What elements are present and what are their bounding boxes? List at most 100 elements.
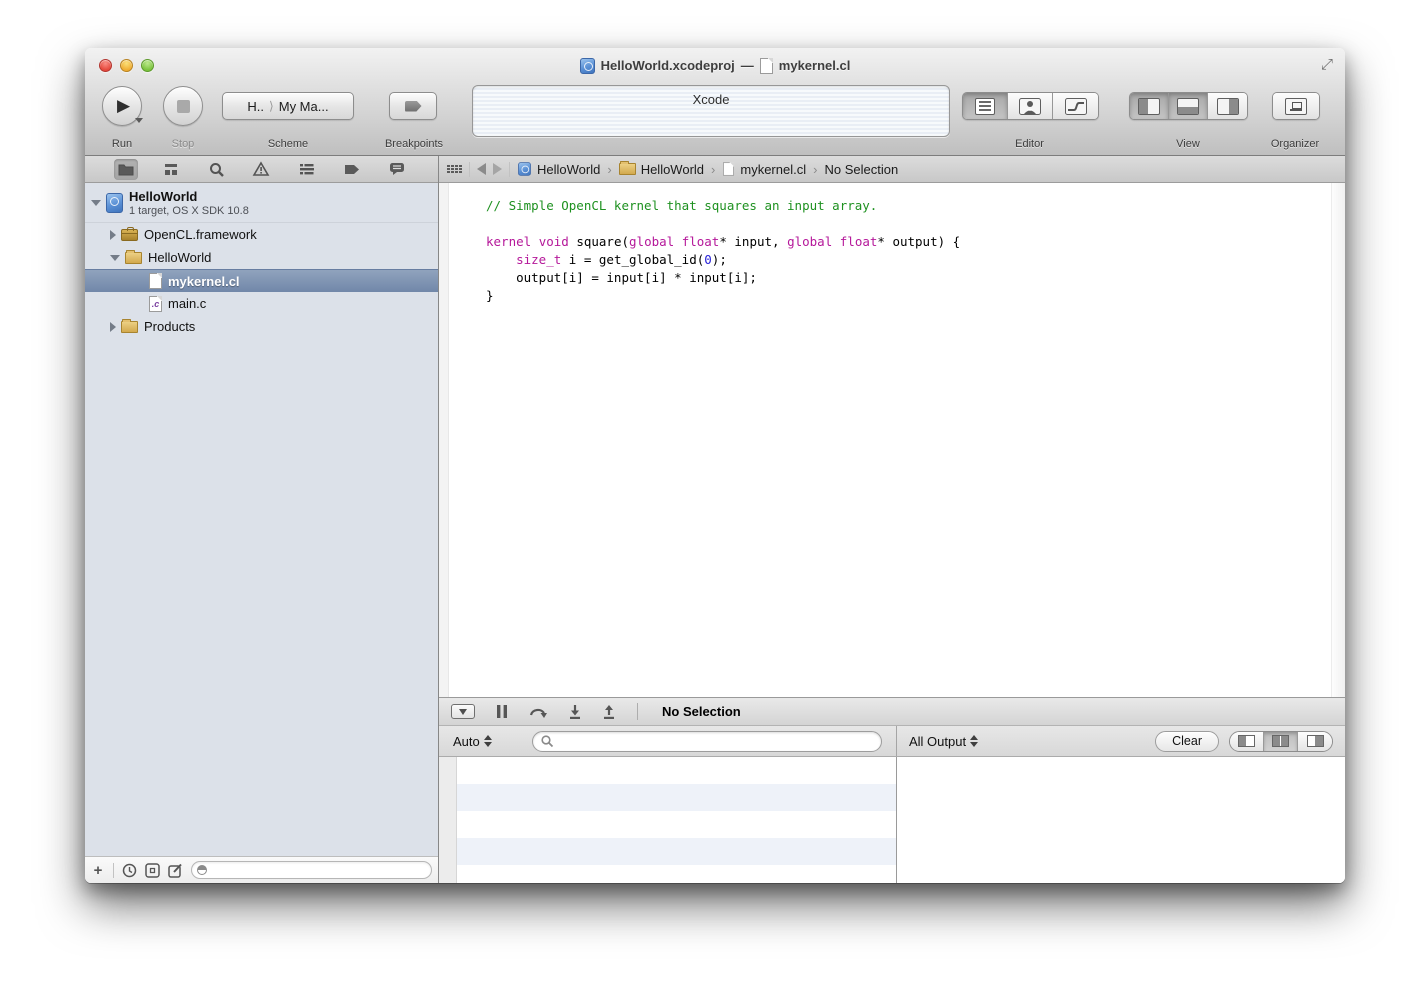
crumb-separator: › bbox=[813, 162, 817, 177]
scheme-destination: My Ma... bbox=[279, 99, 329, 114]
version-editor-button[interactable] bbox=[1053, 93, 1098, 119]
run-label: Run bbox=[102, 138, 142, 150]
title-dash: — bbox=[741, 58, 754, 73]
step-out-button[interactable] bbox=[603, 705, 615, 719]
breadcrumb-group[interactable]: HelloWorld bbox=[619, 162, 704, 177]
folder-icon bbox=[118, 163, 134, 176]
editor-mode-segmented bbox=[962, 92, 1099, 120]
popup-arrows-icon bbox=[970, 735, 978, 747]
back-button[interactable] bbox=[477, 163, 486, 175]
scm-status-button[interactable] bbox=[145, 863, 160, 878]
navigator-filter-field[interactable] bbox=[191, 861, 432, 879]
standard-editor-button[interactable] bbox=[963, 93, 1008, 119]
zoom-button[interactable] bbox=[141, 59, 154, 72]
tree-item-label: OpenCL.framework bbox=[144, 227, 257, 242]
organizer-button[interactable] bbox=[1273, 93, 1319, 119]
code-line: // Simple OpenCL kernel that squares an … bbox=[486, 197, 1325, 215]
debug-area bbox=[439, 757, 1345, 883]
run-button[interactable]: ▶ bbox=[102, 86, 142, 126]
pause-button[interactable] bbox=[497, 705, 507, 718]
scheme-target: H.. bbox=[247, 99, 264, 114]
show-debug-area-button[interactable] bbox=[1169, 93, 1208, 119]
tree-item-mykernel[interactable]: mykernel.cl bbox=[85, 269, 438, 292]
debug-status: No Selection bbox=[662, 704, 741, 719]
window-title: HelloWorld.xcodeproj — mykernel.cl bbox=[580, 58, 851, 74]
standard-editor-icon bbox=[975, 98, 995, 115]
fullscreen-icon[interactable]: ⤢ bbox=[1321, 56, 1333, 73]
recent-files-button[interactable] bbox=[122, 863, 137, 878]
variables-search-field[interactable] bbox=[532, 731, 882, 752]
disclosure-triangle[interactable] bbox=[110, 322, 116, 332]
version-editor-icon bbox=[1065, 98, 1087, 115]
console-view[interactable] bbox=[897, 757, 1345, 883]
warning-triangle-icon bbox=[253, 162, 269, 176]
issue-navigator-button[interactable] bbox=[249, 159, 273, 180]
both-panes-icon bbox=[1272, 735, 1289, 747]
step-over-button[interactable] bbox=[529, 705, 547, 718]
variables-scope-popup[interactable]: Auto bbox=[453, 734, 492, 749]
project-name: HelloWorld bbox=[129, 189, 249, 204]
add-button[interactable]: + bbox=[91, 862, 105, 879]
titlebar[interactable]: HelloWorld.xcodeproj — mykernel.cl ⤢ bbox=[85, 48, 1345, 83]
breakpoints-button[interactable] bbox=[389, 92, 437, 120]
breadcrumb-file[interactable]: mykernel.cl bbox=[722, 161, 806, 177]
related-items-button[interactable] bbox=[447, 165, 462, 173]
project-row[interactable]: HelloWorld 1 target, OS X SDK 10.8 bbox=[85, 183, 438, 223]
tree-item-main-c[interactable]: .c main.c bbox=[85, 292, 438, 315]
clear-console-button[interactable]: Clear bbox=[1155, 731, 1219, 752]
symbol-hierarchy-icon bbox=[163, 163, 179, 176]
debug-navigator-button[interactable] bbox=[295, 159, 319, 180]
log-bubble-icon bbox=[389, 162, 405, 176]
console-output-popup[interactable]: All Output bbox=[909, 734, 978, 749]
navigator-selector-bar bbox=[85, 156, 438, 183]
variables-and-console-button[interactable] bbox=[1264, 732, 1298, 751]
forward-button[interactable] bbox=[493, 163, 502, 175]
title-project: HelloWorld.xcodeproj bbox=[601, 58, 735, 73]
code-line: kernel void square(global float* input, … bbox=[486, 233, 1325, 251]
breakpoint-navigator-button[interactable] bbox=[340, 159, 364, 180]
code-line: } bbox=[486, 287, 1325, 305]
variables-only-button[interactable] bbox=[1230, 732, 1264, 751]
breadcrumb-selection[interactable]: No Selection bbox=[824, 162, 898, 177]
step-into-icon bbox=[569, 705, 581, 719]
project-navigator-button[interactable] bbox=[114, 159, 138, 180]
scheme-selector[interactable]: H.. ⟩ My Ma... bbox=[222, 92, 354, 120]
log-navigator-button[interactable] bbox=[385, 159, 409, 180]
tree-item-products[interactable]: Products bbox=[85, 315, 438, 338]
tree-item-opencl-framework[interactable]: OpenCL.framework bbox=[85, 223, 438, 246]
debug-filter-bar: Auto All Output bbox=[439, 726, 1345, 757]
code-text[interactable]: // Simple OpenCL kernel that squares an … bbox=[486, 197, 1325, 305]
show-utilities-button[interactable] bbox=[1208, 93, 1247, 119]
variables-view[interactable] bbox=[439, 757, 897, 883]
search-input[interactable] bbox=[558, 733, 873, 749]
organizer-icon bbox=[1285, 98, 1307, 115]
toolbar: ▶ Run Stop H.. ⟩ My Ma... Scheme Breakpo… bbox=[85, 83, 1345, 155]
step-into-button[interactable] bbox=[569, 705, 581, 719]
disclosure-triangle[interactable] bbox=[110, 255, 120, 261]
source-editor[interactable]: // Simple OpenCL kernel that squares an … bbox=[439, 183, 1345, 697]
close-button[interactable] bbox=[99, 59, 112, 72]
hide-debug-area-button[interactable] bbox=[451, 704, 475, 719]
breadcrumb-project[interactable]: HelloWorld bbox=[517, 161, 600, 177]
show-navigator-button[interactable] bbox=[1130, 93, 1169, 119]
group-folder-icon bbox=[125, 252, 142, 264]
triangle-down-icon bbox=[459, 709, 467, 715]
disclosure-triangle[interactable] bbox=[110, 230, 116, 240]
console-only-button[interactable] bbox=[1298, 732, 1332, 751]
step-out-icon bbox=[603, 705, 615, 719]
project-navigator-tree: HelloWorld 1 target, OS X SDK 10.8 OpenC… bbox=[85, 183, 438, 856]
variables-list[interactable] bbox=[457, 757, 896, 883]
symbol-navigator-button[interactable] bbox=[159, 159, 183, 180]
tree-item-helloworld-group[interactable]: HelloWorld bbox=[85, 246, 438, 269]
right-pane-icon bbox=[1307, 735, 1324, 747]
debug-layout-segmented bbox=[1229, 731, 1333, 752]
unsaved-files-button[interactable] bbox=[168, 863, 183, 878]
editor-scrollbar[interactable] bbox=[1331, 183, 1345, 697]
stop-button[interactable] bbox=[163, 86, 203, 126]
pause-icon bbox=[497, 705, 507, 718]
assistant-editor-button[interactable] bbox=[1008, 93, 1053, 119]
stop-label: Stop bbox=[163, 138, 203, 150]
search-navigator-button[interactable] bbox=[204, 159, 228, 180]
disclosure-triangle[interactable] bbox=[91, 200, 101, 206]
minimize-button[interactable] bbox=[120, 59, 133, 72]
